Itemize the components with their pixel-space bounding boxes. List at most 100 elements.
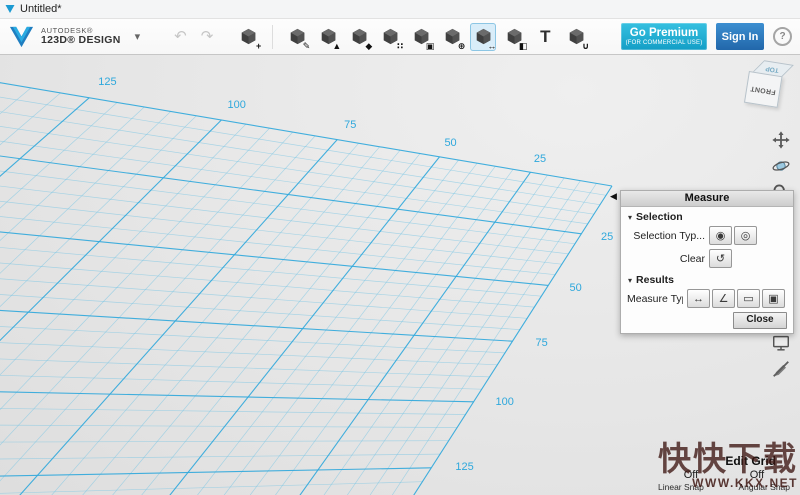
tool-badge: ↔: [487, 42, 496, 51]
undo-button[interactable]: ↶: [174, 29, 187, 44]
grid-axis-label: 125: [98, 76, 116, 88]
orbit-button[interactable]: [770, 155, 792, 177]
angular-snap-label: Angular Snap: [738, 482, 790, 492]
select-faces-button[interactable]: ◎: [734, 226, 757, 245]
toolbar-right-cluster: Go Premium (FOR COMMERCIAL USE) Sign In …: [621, 23, 792, 50]
cube-glyph: [240, 28, 257, 45]
snap-values-row: Off Off: [658, 469, 790, 481]
sign-in-button[interactable]: Sign In: [716, 23, 764, 50]
grouping-icon[interactable]: ▣: [408, 23, 434, 51]
grid-axis-label: 25: [601, 231, 613, 243]
window-title: Untitled*: [20, 3, 62, 15]
construct-icon[interactable]: ▲: [315, 23, 341, 51]
title-bar: Untitled*: [0, 0, 800, 19]
results-section-label: Results: [636, 274, 674, 286]
pan-button[interactable]: [770, 129, 792, 151]
clear-button-wrap: ↺: [709, 249, 734, 268]
tool-badge: ▲: [332, 42, 341, 51]
view-cube-front-face[interactable]: FRONT: [744, 71, 783, 108]
grid-axis-label: 100: [496, 396, 514, 408]
toolbar-separator: [272, 25, 273, 49]
view-cube-front-label: FRONT: [750, 84, 776, 95]
select-solids-button[interactable]: ◉: [709, 226, 732, 245]
main-toolbar: AUTODESK® 123D® DESIGN ▾ ↶ ↷ + ✎ ▲ ◆ ∷ ▣ ⊕ ↔ ◧ T ∪…: [0, 19, 800, 55]
measure-panel: ◀ Measure ▾ Selection Selection Typ... ◉…: [620, 190, 794, 334]
primitives-icon[interactable]: +: [235, 23, 261, 51]
grid-axis-label: 75: [535, 337, 547, 349]
linear-snap-value[interactable]: Off: [684, 469, 698, 481]
selection-type-label: Selection Typ...: [627, 230, 705, 242]
edit-grid-button[interactable]: Edit Grid: [658, 454, 790, 468]
selection-type-row: Selection Typ... ◉◎: [621, 224, 793, 247]
tool-badge: ∷: [397, 42, 403, 51]
text-tool-glyph: T: [540, 28, 550, 45]
results-section-header[interactable]: ▾ Results: [621, 270, 793, 287]
toolbar-tools: + ✎ ▲ ◆ ∷ ▣ ⊕ ↔ ◧ T ∪: [235, 23, 589, 51]
slashed-pencil-icon: [771, 359, 791, 379]
text-icon[interactable]: T: [532, 23, 558, 51]
go-premium-sublabel: (FOR COMMERCIAL USE): [621, 40, 707, 47]
tool-badge: ▣: [426, 42, 435, 51]
material-icon[interactable]: ◧: [501, 23, 527, 51]
measure-panel-header[interactable]: Measure: [621, 191, 793, 207]
undo-redo-group: ↶ ↷: [174, 29, 213, 44]
help-button[interactable]: ?: [773, 27, 792, 46]
app-icon: [5, 4, 15, 14]
clear-selection-button[interactable]: ↺: [709, 249, 732, 268]
combine-icon[interactable]: ⊕: [439, 23, 465, 51]
pattern-icon[interactable]: ∷: [377, 23, 403, 51]
brand-block: AUTODESK® 123D® DESIGN ▾: [8, 23, 140, 50]
linear-snap-label: Linear Snap: [658, 482, 704, 492]
tool-badge: ∪: [582, 42, 589, 51]
edit-grid-controls: Edit Grid Off Off Linear Snap Angular Sn…: [658, 454, 790, 492]
grid-axis-label: 25: [534, 153, 546, 165]
tool-badge: ◧: [519, 42, 528, 51]
grid-axis-label: 75: [344, 119, 356, 131]
grid-axis-label: 125: [455, 461, 473, 473]
sketch-icon[interactable]: ✎: [284, 23, 310, 51]
view-cube-top-label: TOP: [765, 65, 779, 74]
close-button[interactable]: Close: [733, 312, 787, 329]
modify-icon[interactable]: ◆: [346, 23, 372, 51]
measure-type-label: Measure Typ...: [627, 293, 683, 305]
tool-badge: ◆: [365, 42, 372, 51]
tool-badge: ✎: [303, 42, 311, 51]
angular-snap-value[interactable]: Off: [750, 469, 764, 481]
selection-type-buttons: ◉◎: [709, 226, 759, 245]
measure-distance-button[interactable]: ↔: [687, 289, 710, 308]
main-menu-chevron-icon[interactable]: ▾: [135, 30, 141, 43]
grid-axis-label: 50: [444, 137, 456, 149]
measure-angle-button[interactable]: ∠: [712, 289, 735, 308]
monitor-icon: [771, 333, 791, 353]
display-nav-column: [770, 332, 792, 380]
measure-area-button[interactable]: ▭: [737, 289, 760, 308]
go-premium-button[interactable]: Go Premium (FOR COMMERCIAL USE): [621, 23, 707, 50]
section-collapse-icon: ▾: [628, 213, 632, 222]
measure-type-row: Measure Typ... ↔∠▭▣: [621, 287, 793, 310]
snap-icon[interactable]: ∪: [563, 23, 589, 51]
tool-badge: +: [256, 42, 261, 51]
selection-section-label: Selection: [636, 211, 683, 223]
clear-label: Clear: [627, 253, 705, 265]
autodesk-123d-logo: [8, 23, 35, 50]
tool-badge: ⊕: [458, 42, 466, 51]
brand-text: AUTODESK® 123D® DESIGN: [41, 27, 121, 46]
measure-type-buttons: ↔∠▭▣: [687, 289, 787, 308]
orbit-icon: [771, 156, 791, 176]
hide-sketches-button[interactable]: [770, 358, 792, 380]
viewport-3d[interactable]: TOP FRONT: [0, 55, 800, 495]
measure-volume-button[interactable]: ▣: [762, 289, 785, 308]
view-cube[interactable]: TOP FRONT: [743, 58, 792, 112]
grid-axis-label: 100: [228, 99, 246, 111]
section-collapse-icon: ▾: [628, 276, 632, 285]
pan-icon: [771, 130, 791, 150]
redo-button[interactable]: ↷: [201, 29, 214, 44]
snap-labels-row: Linear Snap Angular Snap: [658, 482, 790, 492]
view-settings-button[interactable]: [770, 332, 792, 354]
panel-collapse-icon[interactable]: ◀: [610, 192, 617, 201]
go-premium-label: Go Premium: [621, 27, 707, 40]
measure-icon[interactable]: ↔: [470, 23, 496, 51]
selection-section-header[interactable]: ▾ Selection: [621, 207, 793, 224]
grid-axis-label: 50: [569, 282, 581, 294]
clear-row: Clear ↺: [621, 247, 793, 270]
